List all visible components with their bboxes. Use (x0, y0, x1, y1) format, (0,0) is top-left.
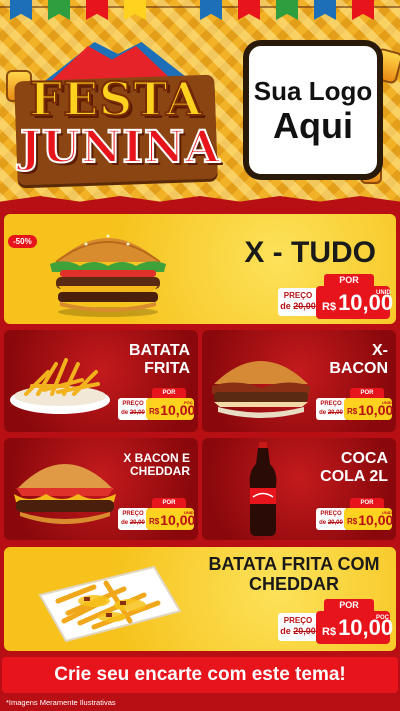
title-junina: JUNINA (19, 121, 221, 174)
old-price: 20,00 (327, 410, 343, 416)
product-name: COCA COLA 2L (320, 450, 388, 485)
preco-label: PREÇO (122, 511, 144, 517)
por-label: POR (350, 498, 384, 508)
preco-label: PREÇO (283, 291, 313, 300)
old-price-box: PREÇO de 20,00 (316, 398, 346, 420)
product-card-x-bacon-cheddar: X BACON E CHEDDAR POR PREÇO de 20,00 R$ … (4, 438, 198, 540)
de-label: de (280, 301, 291, 311)
flag-icon (86, 0, 108, 20)
por-label: POR (324, 599, 374, 611)
logo-placeholder: Sua Logo Aqui (243, 40, 383, 180)
disclaimer-text: *Imagens Meramente Ilustrativas (6, 698, 116, 707)
price-tag: POR PREÇO de 20,00 R$ 10,00 POÇ (278, 599, 393, 644)
fries-image (10, 358, 110, 414)
price-tag: POR PREÇO de 20,00 R$ 10,00 POÇ (118, 388, 196, 422)
product-card-x-tudo: X - TUDO POR PREÇO de 20,00 R$ 10,00 UNI… (4, 214, 396, 324)
flag-icon (352, 0, 374, 20)
currency-label: R$ (347, 517, 358, 526)
bunting-flags (0, 0, 400, 26)
flag-icon (10, 0, 32, 20)
soda-bottle-image (249, 442, 277, 536)
product-card-batata-frita: BATATA FRITA POR PREÇO de 20,00 R$ 10,00… (4, 330, 198, 432)
preco-label: PREÇO (283, 616, 313, 625)
unit-label: POÇ (184, 400, 193, 405)
flag-icon (238, 0, 260, 20)
old-price-box: PREÇO de 20,00 (118, 508, 148, 530)
price-tag: POR PREÇO de 20,00 R$ 10,00 UNID (316, 498, 394, 532)
unit-label: UNID (382, 400, 392, 405)
product-name: X- BACON (329, 342, 388, 377)
por-label: POR (152, 388, 186, 398)
old-price-box: PREÇO de 20,00 (316, 508, 346, 530)
old-price-box: PREÇO de 20,00 (278, 288, 318, 316)
old-price: 20,00 (327, 520, 343, 526)
currency-label: R$ (149, 407, 160, 416)
unit-label: POÇ (376, 615, 390, 621)
discount-badge: -50% (8, 235, 37, 248)
preco-label: PREÇO (320, 511, 342, 517)
product-card-coca-cola: COCA COLA 2L POR PREÇO de 20,00 R$ 10,00… (202, 438, 396, 540)
old-price: 20,00 (293, 626, 316, 636)
product-card-batata-cheddar: BATATA FRITA COM CHEDDAR POR PREÇO de 20… (4, 547, 396, 651)
por-label: POR (350, 388, 384, 398)
product-name: BATATA FRITA (128, 342, 190, 377)
header-wave-divider (0, 196, 400, 205)
unit-label: UNID (376, 290, 391, 296)
currency-label: R$ (322, 301, 337, 313)
flag-icon (314, 0, 336, 20)
burger-image (14, 464, 116, 524)
flag-icon (276, 0, 298, 20)
old-price-box: PREÇO de 20,00 (118, 398, 148, 420)
flag-icon (48, 0, 70, 20)
old-price-box: PREÇO de 20,00 (278, 613, 318, 641)
currency-label: R$ (149, 517, 160, 526)
old-price: 20,00 (293, 301, 316, 311)
cheddar-fries-image (38, 565, 182, 643)
flag-icon (200, 0, 222, 20)
preco-label: PREÇO (320, 401, 342, 407)
flag-icon (124, 0, 146, 20)
burger-image (212, 361, 310, 418)
burger-image (50, 234, 166, 317)
price-tag: POR PREÇO de 20,00 R$ 10,00 UNID (118, 498, 196, 532)
currency-label: R$ (322, 626, 337, 638)
old-price: 20,00 (129, 410, 145, 416)
product-name: BATATA FRITA COM CHEDDAR (208, 554, 380, 594)
unit-label: UNID (382, 510, 392, 515)
cta-banner[interactable]: Crie seu encarte com este tema! (2, 657, 398, 693)
preco-label: PREÇO (122, 401, 144, 407)
por-label: POR (324, 274, 374, 286)
old-price: 20,00 (129, 520, 145, 526)
header-banner: FESTA JUNINA Sua Logo Aqui (0, 0, 400, 205)
price-tag: POR PREÇO de 20,00 R$ 10,00 UNID (278, 274, 393, 319)
title-festa: FESTA (28, 71, 203, 127)
unit-label: UNID (184, 510, 194, 515)
product-name: X - TUDO (244, 236, 376, 269)
product-name: X BACON E CHEDDAR (123, 451, 190, 479)
logo-text-line1: Sua Logo (253, 75, 373, 106)
por-label: POR (152, 498, 186, 508)
logo-text-line2: Aqui (273, 104, 353, 146)
price-tag: POR PREÇO de 20,00 R$ 10,00 UNID (316, 388, 394, 422)
product-card-x-bacon: X- BACON POR PREÇO de 20,00 R$ 10,00 UNI… (202, 330, 396, 432)
currency-label: R$ (347, 407, 358, 416)
